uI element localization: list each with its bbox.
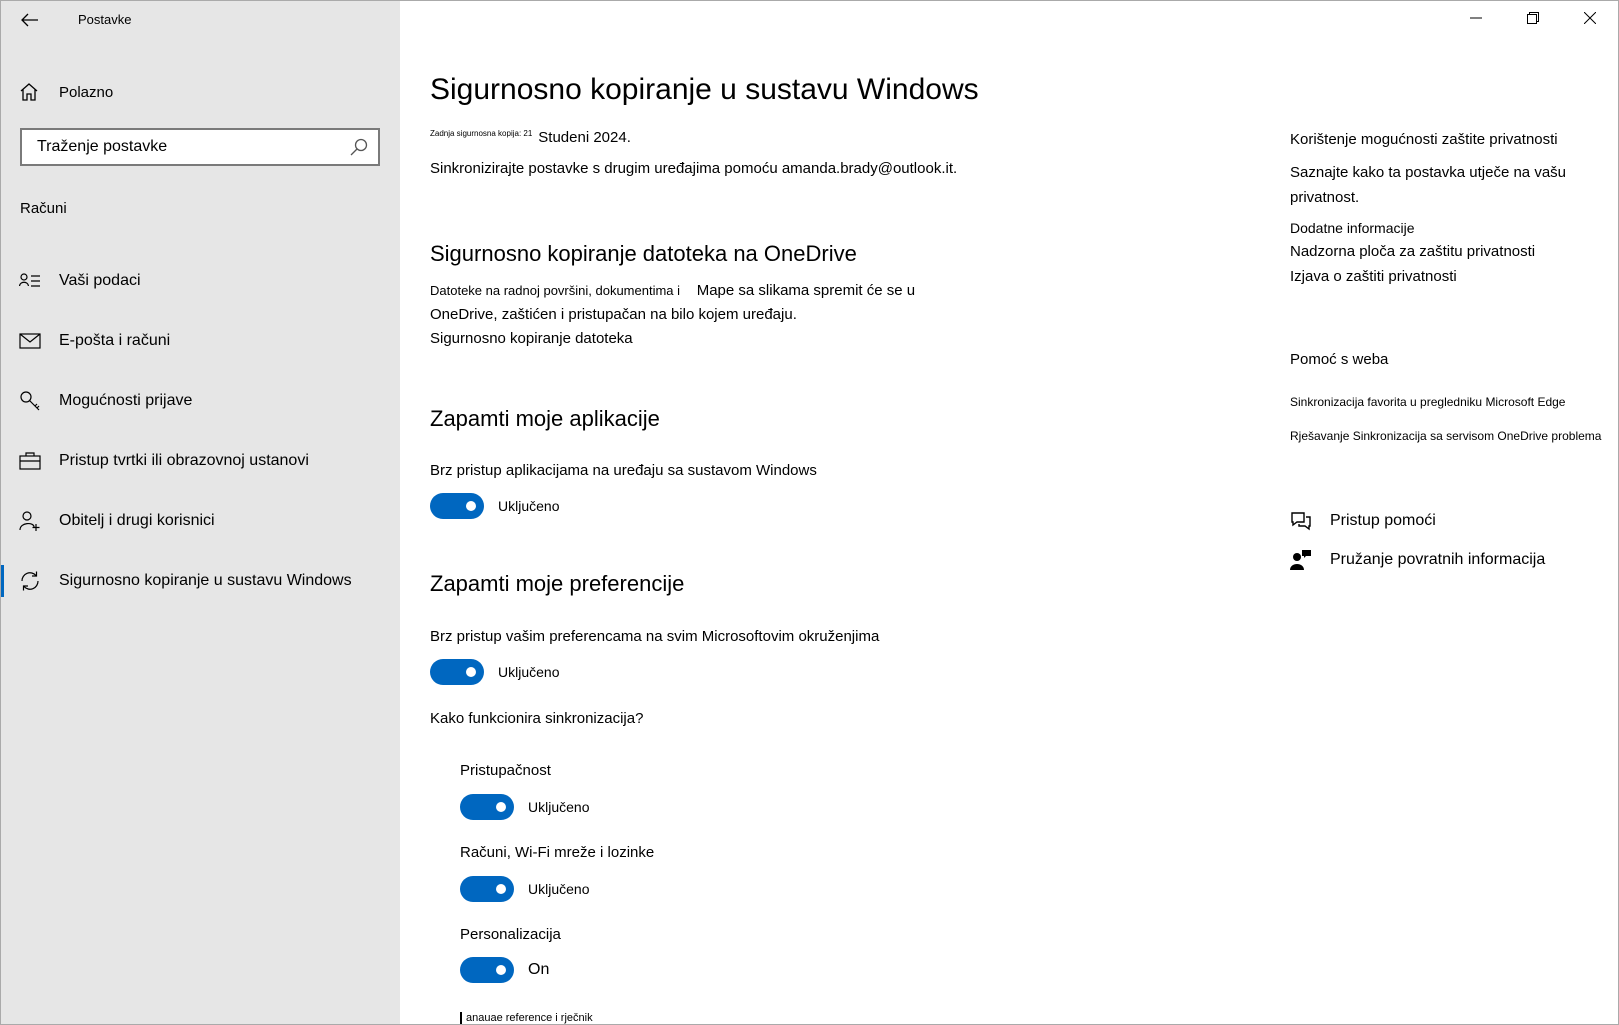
more-info-link[interactable]: Dodatne informacije bbox=[1290, 220, 1415, 236]
briefcase-icon bbox=[19, 450, 41, 472]
last-backup-prefix: Zadnja sigurnosna kopija: 21 bbox=[430, 129, 533, 138]
search-box[interactable] bbox=[20, 128, 380, 166]
accounts-wifi-passwords-toggle[interactable] bbox=[460, 876, 514, 902]
sidebar-item-label: Mogućnosti prijave bbox=[59, 392, 193, 409]
toggle-state-label: Uključeno bbox=[498, 498, 560, 514]
sidebar-item-label: Obitelj i drugi korisnici bbox=[59, 512, 215, 529]
app-title: Postavke bbox=[78, 12, 132, 27]
search-input[interactable] bbox=[22, 137, 348, 157]
mail-icon bbox=[19, 330, 41, 352]
remember-preferences-description: Brz pristup vašim preferencama na svim M… bbox=[430, 628, 880, 645]
remember-preferences-heading: Zapamti moje preferencije bbox=[430, 571, 685, 596]
home-label: Polazno bbox=[59, 83, 114, 101]
accounts-wifi-passwords-toggle-row: Uključeno bbox=[460, 876, 589, 902]
sync-description: Sinkronizirajte postavke s drugim uređaj… bbox=[430, 160, 958, 177]
sidebar-item-family[interactable]: Obitelj i drugi korisnici bbox=[1, 491, 400, 551]
privacy-text: Saznajte kako ta postavka utječe na vašu… bbox=[1290, 164, 1567, 206]
sidebar-item-sign-in-options[interactable]: Mogućnosti prijave bbox=[1, 371, 400, 431]
right-panel: Korištenje mogućnosti zaštite privatnost… bbox=[1290, 1, 1618, 1024]
title-bar-left: Postavke bbox=[1, 1, 400, 41]
get-help-label: Pristup pomoći bbox=[1330, 512, 1436, 529]
onedrive-desc-line2: OneDrive, zaštićen i pristupačan na bilo… bbox=[430, 306, 797, 323]
last-backup-info: Zadnja sigurnosna kopija: 21 Studeni 2024… bbox=[430, 129, 631, 147]
nav-list: Vaši podaci E-pošta i računi Mogućnosti … bbox=[1, 251, 400, 611]
toggle-state-label: Uključeno bbox=[528, 881, 590, 897]
give-feedback-action[interactable]: Pružanje povratnih informacija bbox=[1290, 549, 1545, 571]
web-help-link-edge-favorites[interactable]: Sinkronizacija favorita u pregledniku Mi… bbox=[1290, 395, 1565, 409]
web-help-heading: Pomoć s weba bbox=[1290, 351, 1389, 368]
accessibility-toggle-row: Uključeno bbox=[460, 794, 589, 820]
toggle-state-label: On bbox=[528, 961, 550, 978]
remember-apps-heading: Zapamti moje aplikacije bbox=[430, 406, 660, 431]
remember-apps-toggle-row: Uključeno bbox=[430, 493, 559, 519]
home-nav-item[interactable]: Polazno bbox=[19, 76, 379, 108]
onedrive-desc-part1: Datoteke na radnoj površini, dokumentima… bbox=[430, 283, 681, 298]
main-content: Sigurnosno kopiranje u sustavu Windows Z… bbox=[430, 1, 1230, 1024]
get-help-action[interactable]: Pristup pomoći bbox=[1290, 510, 1436, 532]
web-help-link-onedrive-sync[interactable]: Rješavanje Sinkronizacija sa servisom On… bbox=[1290, 429, 1601, 443]
accessibility-label: Pristupačnost bbox=[460, 762, 551, 779]
sidebar-item-label: Vaši podaci bbox=[59, 272, 141, 289]
toggle-state-label: Uključeno bbox=[528, 799, 590, 815]
personalization-label: Personalizacija bbox=[460, 926, 561, 943]
back-arrow-icon bbox=[21, 13, 38, 27]
language-preferences-label: anauae reference i rječnik bbox=[460, 1012, 593, 1024]
key-icon bbox=[19, 390, 41, 412]
sync-icon bbox=[19, 570, 41, 592]
remember-preferences-toggle[interactable] bbox=[430, 659, 484, 685]
toggle-state-label: Uključeno bbox=[498, 664, 560, 680]
page-title: Sigurnosno kopiranje u sustavu Windows bbox=[430, 73, 979, 106]
give-feedback-label: Pružanje povratnih informacija bbox=[1330, 551, 1546, 568]
accounts-wifi-passwords-label: Računi, Wi-Fi mreže i lozinke bbox=[460, 844, 655, 861]
sidebar-item-windows-backup[interactable]: Sigurnosno kopiranje u sustavu Windows bbox=[1, 551, 400, 611]
sidebar-item-email-accounts[interactable]: E-pošta i računi bbox=[1, 311, 400, 371]
remember-preferences-toggle-row: Uključeno bbox=[430, 659, 559, 685]
onedrive-heading: Sigurnosno kopiranje datoteka na OneDriv… bbox=[430, 241, 857, 266]
onedrive-description: Datoteke na radnoj površini, dokumentima… bbox=[430, 279, 990, 351]
search-icon[interactable] bbox=[348, 136, 370, 158]
sidebar-item-label: Sigurnosno kopiranje u sustavu Windows bbox=[59, 572, 352, 589]
last-backup-date: Studeni 2024. bbox=[538, 129, 631, 146]
add-person-icon bbox=[19, 510, 41, 532]
remember-apps-toggle[interactable] bbox=[430, 493, 484, 519]
remember-apps-description: Brz pristup aplikacijama na uređaju sa s… bbox=[430, 462, 817, 479]
back-button[interactable] bbox=[15, 7, 45, 33]
accessibility-toggle[interactable] bbox=[460, 794, 514, 820]
onedrive-desc-part2: Mape sa slikama spremit će se u bbox=[696, 282, 916, 299]
feedback-person-icon bbox=[1290, 549, 1312, 571]
sidebar-item-work-school[interactable]: Pristup tvrtki ili obrazovnoj ustanovi bbox=[1, 431, 400, 491]
sidebar: Postavke Polazno Računi bbox=[1, 1, 400, 1024]
privacy-heading: Korištenje mogućnosti zaštite privatnost… bbox=[1290, 131, 1558, 148]
settings-window: Postavke Polazno Računi bbox=[0, 0, 1619, 1025]
privacy-statement-link[interactable]: Izjava o zaštiti privatnosti bbox=[1290, 268, 1457, 285]
sidebar-item-your-info[interactable]: Vaši podaci bbox=[1, 251, 400, 311]
how-sync-works-link[interactable]: Kako funkcionira sinkronizacija? bbox=[430, 710, 643, 727]
person-list-icon bbox=[19, 270, 41, 292]
sidebar-item-label: E-pošta i računi bbox=[59, 332, 171, 349]
section-label-accounts: Računi bbox=[20, 200, 67, 217]
home-icon bbox=[20, 83, 38, 101]
privacy-dashboard-link[interactable]: Nadzorna ploča za zaštitu privatnosti bbox=[1290, 243, 1535, 260]
chat-help-icon bbox=[1290, 510, 1312, 532]
personalization-toggle[interactable] bbox=[460, 957, 514, 983]
sidebar-item-label: Pristup tvrtki ili obrazovnoj ustanovi bbox=[59, 452, 309, 469]
backup-files-link[interactable]: Sigurnosno kopiranje datoteka bbox=[430, 330, 633, 347]
personalization-toggle-row: On bbox=[460, 957, 549, 983]
